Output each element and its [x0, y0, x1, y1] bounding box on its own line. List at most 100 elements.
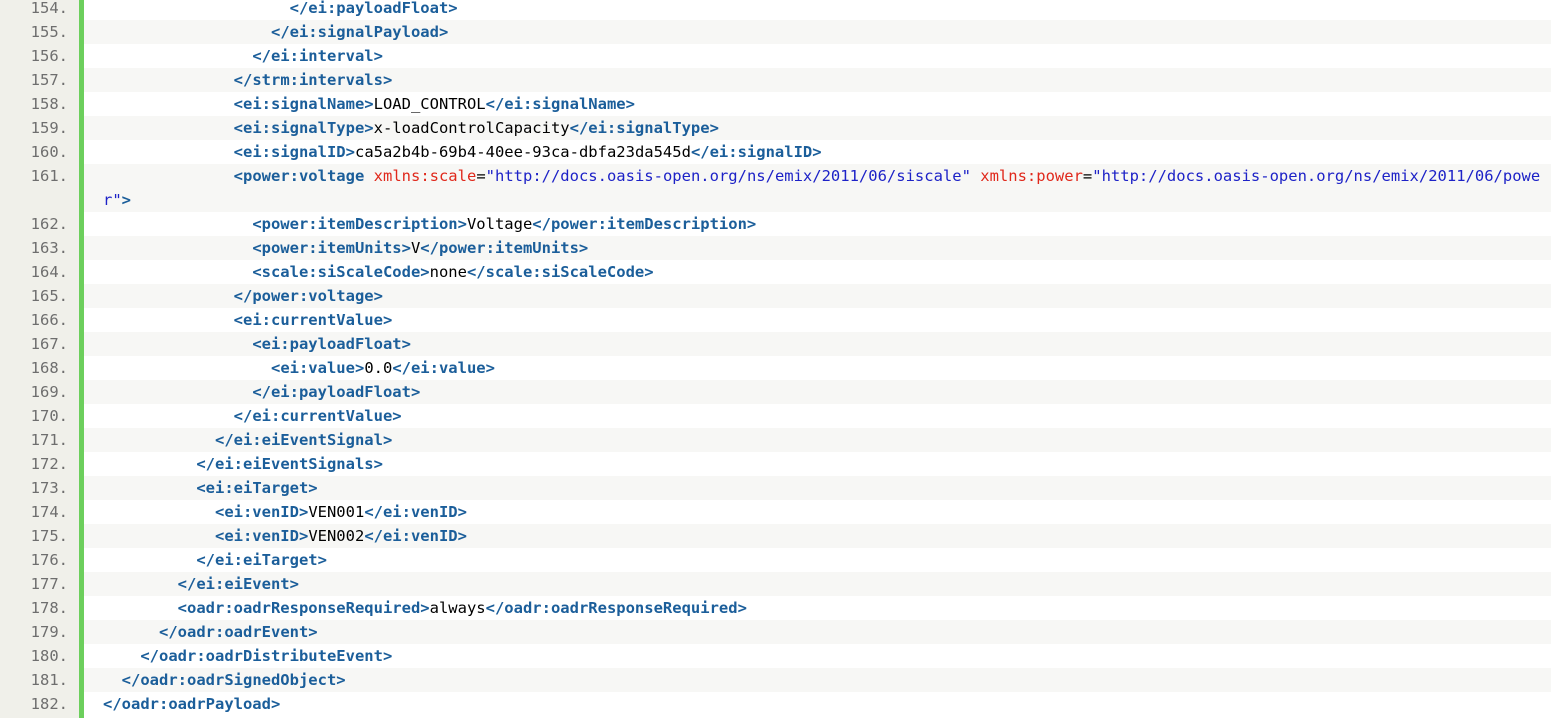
xml-tag: <oadr:oadrResponseRequired>: [177, 599, 430, 617]
line-number: 177.: [30, 575, 68, 593]
code-line: 156. </ei:interval>: [0, 44, 1551, 68]
xml-tag: <ei:venID>: [214, 503, 309, 521]
line-content: <ei:signalName>LOAD_CONTROL</ei:signalNa…: [84, 92, 1551, 116]
code-line: 174. <ei:venID>VEN001</ei:venID>: [0, 500, 1551, 524]
xml-tag: <ei:payloadFloat>: [252, 335, 411, 353]
code-line: 167. <ei:payloadFloat>: [0, 332, 1551, 356]
code-line: 159. <ei:signalType>x-loadControlCapacit…: [0, 116, 1551, 140]
code-viewer: 154. </ei:payloadFloat> 155. </ei:signalP…: [0, 0, 1551, 718]
code-line: 158. <ei:signalName>LOAD_CONTROL</ei:sig…: [0, 92, 1551, 116]
line-number: 181.: [30, 671, 68, 689]
line-number: 178.: [30, 599, 68, 617]
line-number: 176.: [30, 551, 68, 569]
xml-text: [971, 167, 980, 185]
line-content: </oadr:oadrDistributeEvent>: [84, 644, 1551, 668]
code-line: 173. <ei:eiTarget>: [0, 476, 1551, 500]
xml-tag: </ei:currentValue>: [233, 407, 402, 425]
line-number: 168.: [30, 359, 68, 377]
line-content: <ei:eiTarget>: [84, 476, 1551, 500]
xml-tag: </power:itemUnits>: [420, 239, 589, 257]
xml-tag: <power:itemDescription>: [252, 215, 467, 233]
xml-text: VEN002: [308, 527, 365, 545]
xml-tag: </ei:eiTarget>: [196, 551, 327, 569]
code-line: 181. </oadr:oadrSignedObject>: [0, 668, 1551, 692]
xml-tag: </strm:intervals>: [233, 71, 393, 89]
line-number: 169.: [30, 383, 68, 401]
line-number: 156.: [30, 47, 68, 65]
line-content: <ei:value>0.0</ei:value>: [84, 356, 1551, 380]
xml-tag: </ei:eiEventSignals>: [196, 455, 383, 473]
code-line: 157. </strm:intervals>: [0, 68, 1551, 92]
line-content: <scale:siScaleCode>none</scale:siScaleCo…: [84, 260, 1551, 284]
line-content: </power:voltage>: [84, 284, 1551, 308]
line-content: </oadr:oadrSignedObject>: [84, 668, 1551, 692]
xml-tag: </ei:payloadFloat>: [252, 383, 421, 401]
xml-tag: </ei:signalID>: [690, 143, 822, 161]
code-line: 178. <oadr:oadrResponseRequired>always</…: [0, 596, 1551, 620]
xml-tag: </oadr:oadrPayload>: [103, 695, 281, 713]
xml-tag: </ei:signalType>: [569, 119, 719, 137]
code-line: 165. </power:voltage>: [0, 284, 1551, 308]
line-number: 158.: [30, 95, 68, 113]
line-number: 180.: [30, 647, 68, 665]
code-lines: 154. </ei:payloadFloat> 155. </ei:signalP…: [0, 0, 1551, 716]
line-content: <power:voltage xmlns:scale="http://docs.…: [84, 164, 1551, 212]
line-content: <oadr:oadrResponseRequired>always</oadr:…: [84, 596, 1551, 620]
line-content: <ei:signalType>x-loadControlCapacity</ei…: [84, 116, 1551, 140]
code-line: 177. </ei:eiEvent>: [0, 572, 1551, 596]
xml-text: VEN001: [308, 503, 365, 521]
line-content: </oadr:oadrPayload>: [84, 692, 1551, 716]
line-content: <ei:venID>VEN002</ei:venID>: [84, 524, 1551, 548]
xml-tag: <ei:venID>: [214, 527, 309, 545]
xml-tag: <ei:value>: [270, 359, 365, 377]
xml-tag: <scale:siScaleCode>: [252, 263, 430, 281]
line-content: </ei:interval>: [84, 44, 1551, 68]
code-line: 180. </oadr:oadrDistributeEvent>: [0, 644, 1551, 668]
code-line: 172. </ei:eiEventSignals>: [0, 452, 1551, 476]
xml-tag: </oadr:oadrDistributeEvent>: [140, 647, 393, 665]
xml-tag: </ei:value>: [392, 359, 495, 377]
xml-text: Voltage: [466, 215, 533, 233]
line-number: 165.: [30, 287, 68, 305]
line-number: 173.: [30, 479, 68, 497]
code-line: 155. </ei:signalPayload>: [0, 20, 1551, 44]
xml-tag: </oadr:oadrEvent>: [159, 623, 318, 641]
xml-tag: <ei:signalType>: [233, 119, 374, 137]
xml-tag: <ei:currentValue>: [233, 311, 393, 329]
line-number: 179.: [30, 623, 68, 641]
line-number: 160.: [30, 143, 68, 161]
code-line: 164. <scale:siScaleCode>none</scale:siSc…: [0, 260, 1551, 284]
code-line: 182. </oadr:oadrPayload>: [0, 692, 1551, 716]
line-content: </ei:eiEvent>: [84, 572, 1551, 596]
line-number: 163.: [30, 239, 68, 257]
code-line: 162. <power:itemDescription>Voltage</pow…: [0, 212, 1551, 236]
xml-attribute-value: "http://docs.oasis-open.org/ns/emix/2011…: [485, 167, 971, 185]
xml-tag: </ei:signalPayload>: [270, 23, 449, 41]
xml-attribute: xmlns:scale: [373, 167, 477, 185]
code-line: 171. </ei:eiEventSignal>: [0, 428, 1551, 452]
xml-text: [364, 167, 373, 185]
line-content: <power:itemUnits>V</power:itemUnits>: [84, 236, 1551, 260]
line-number: 162.: [30, 215, 68, 233]
xml-tag: <power:itemUnits>: [252, 239, 411, 257]
line-content: <ei:payloadFloat>: [84, 332, 1551, 356]
code-line: 179. </oadr:oadrEvent>: [0, 620, 1551, 644]
line-content: <ei:signalID>ca5a2b4b-69b4-40ee-93ca-dbf…: [84, 140, 1551, 164]
xml-tag: </ei:interval>: [252, 47, 383, 65]
line-number: 174.: [30, 503, 68, 521]
xml-attribute: xmlns:power: [980, 167, 1083, 185]
line-number: 155.: [30, 23, 68, 41]
xml-tag: </ei:venID>: [364, 527, 467, 545]
line-number: 164.: [30, 263, 68, 281]
xml-text: LOAD_CONTROL: [373, 95, 486, 113]
line-number: 172.: [30, 455, 68, 473]
xml-tag: </power:voltage>: [233, 287, 383, 305]
xml-tag: <ei:eiTarget>: [196, 479, 318, 497]
xml-tag: </ei:venID>: [364, 503, 467, 521]
xml-tag: </scale:siScaleCode>: [466, 263, 654, 281]
xml-text: 0.0: [364, 359, 393, 377]
xml-text: ca5a2b4b-69b4-40ee-93ca-dbfa23da545d: [354, 143, 691, 161]
xml-text: x-loadControlCapacity: [373, 119, 570, 137]
xml-tag: </oadr:oadrResponseRequired>: [485, 599, 747, 617]
xml-text: V: [410, 239, 421, 257]
